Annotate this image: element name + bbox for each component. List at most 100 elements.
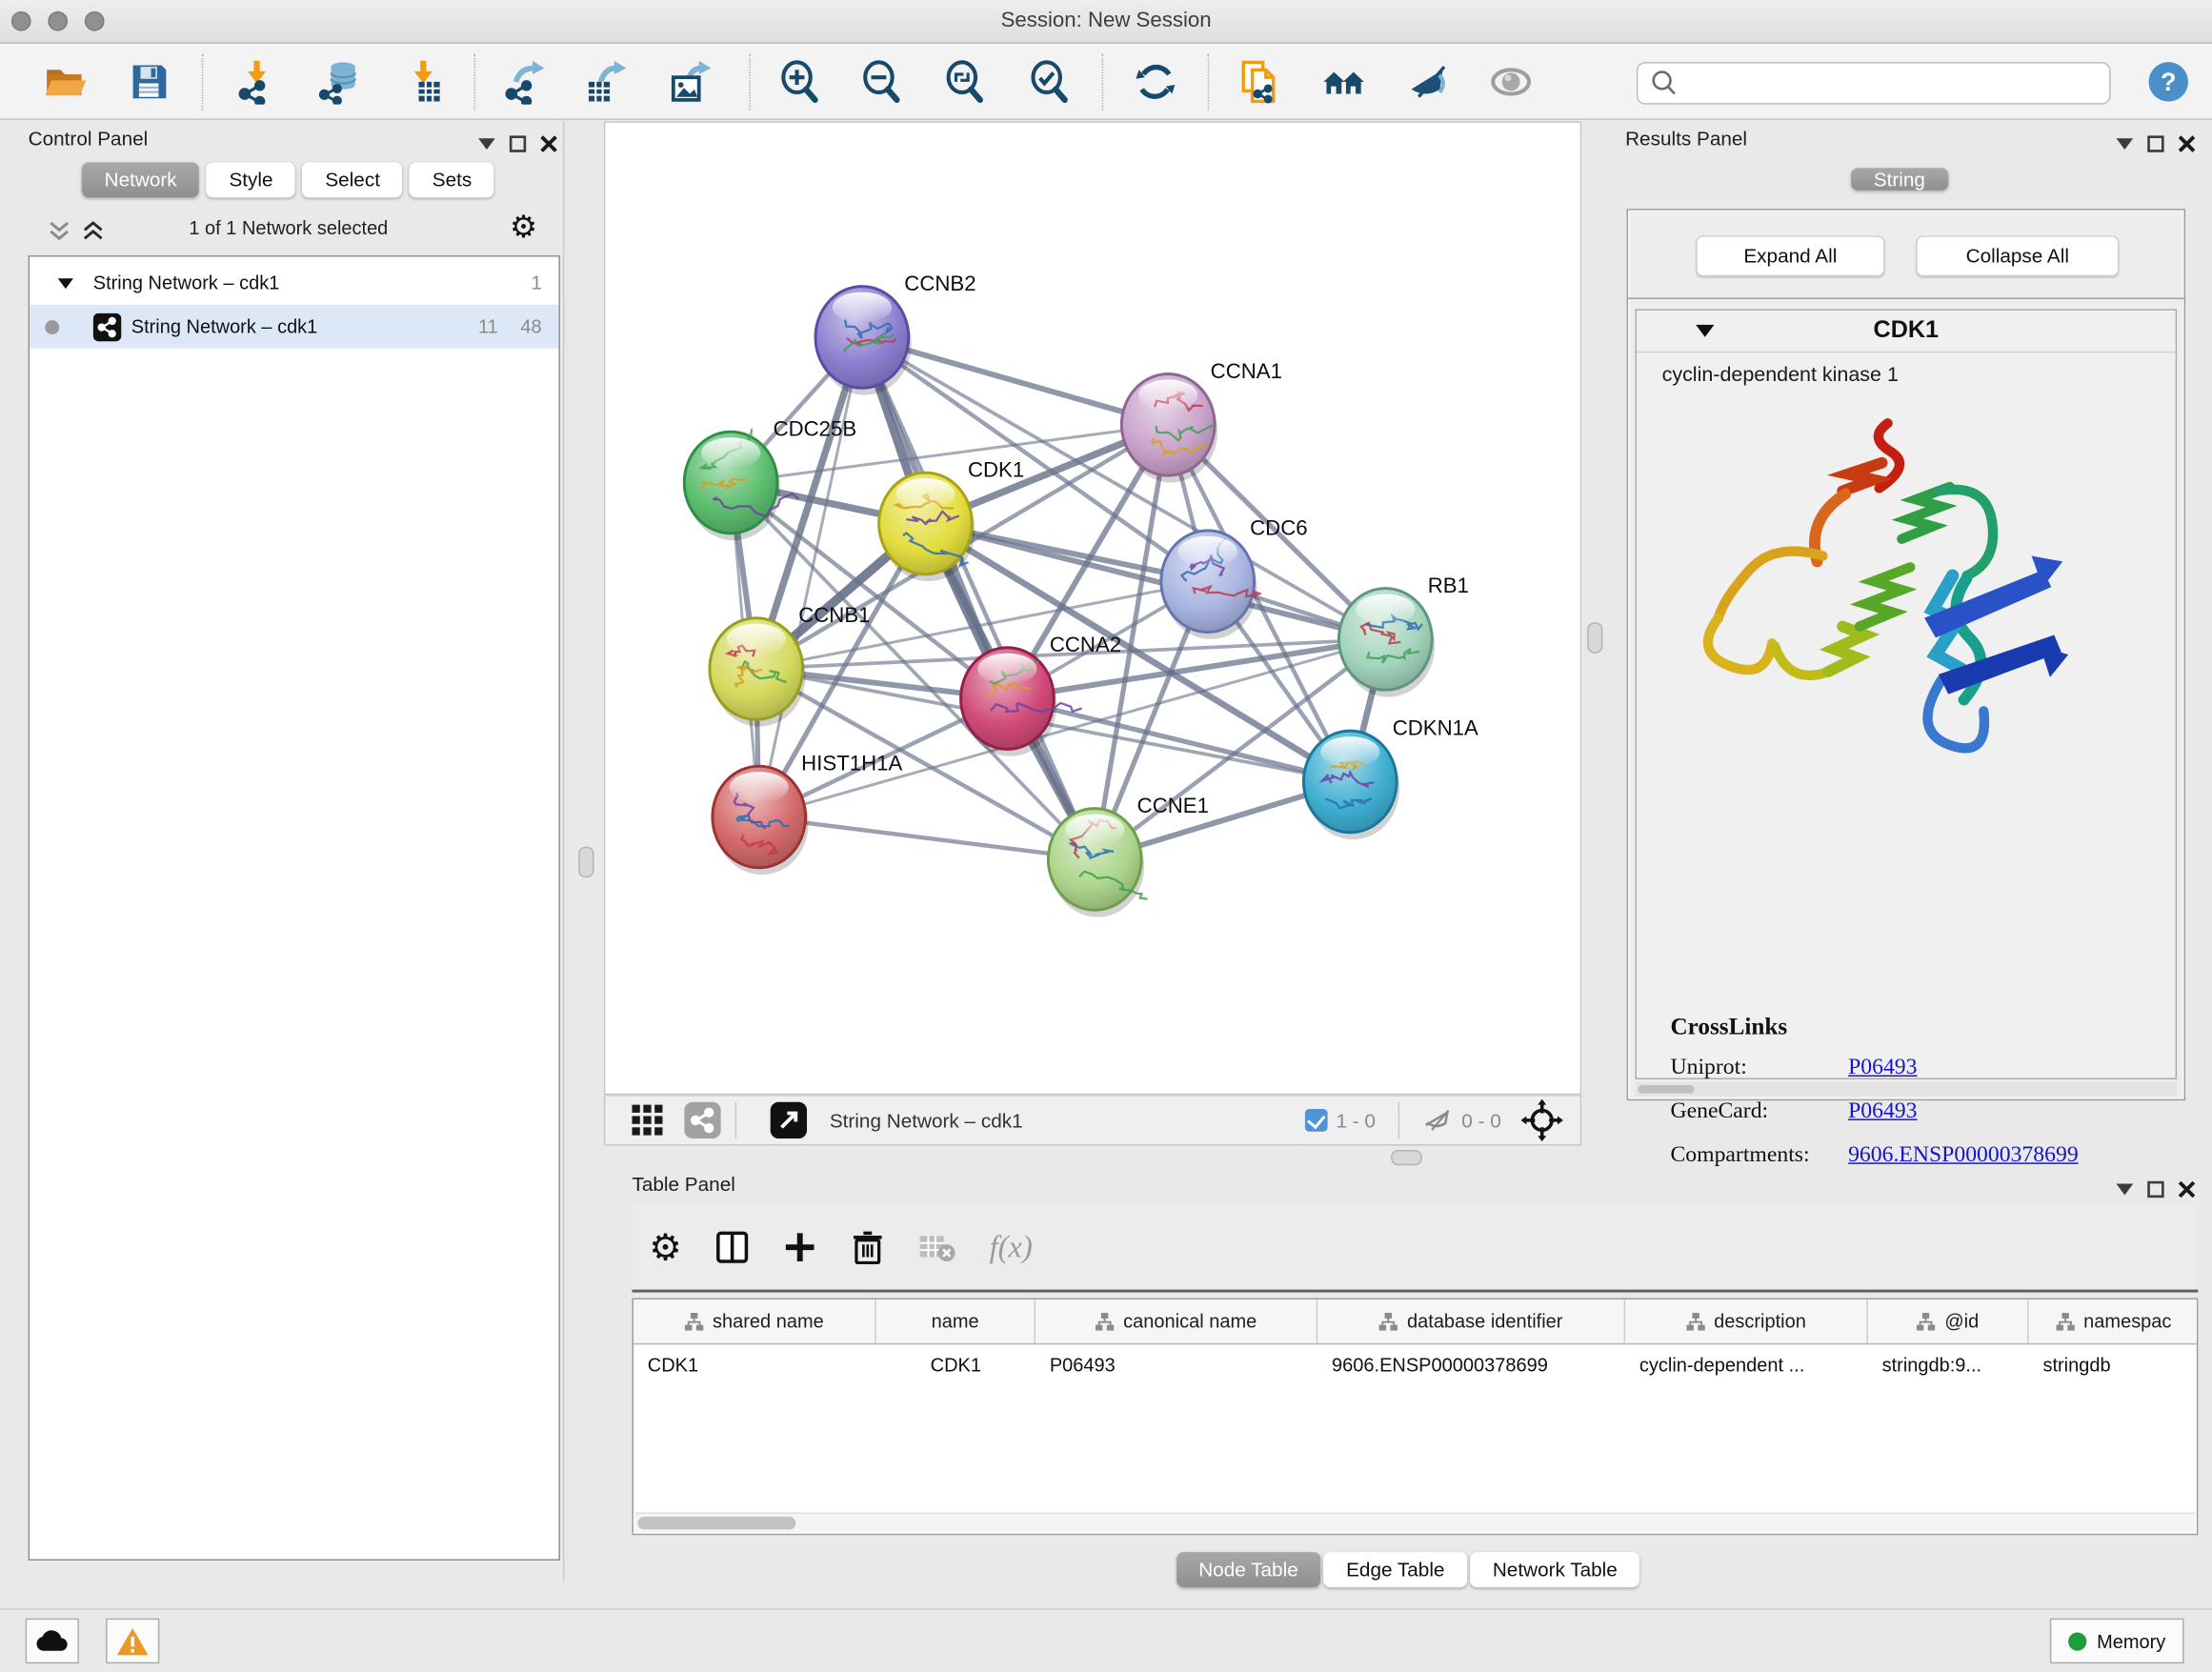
panel-close-icon[interactable] bbox=[2179, 135, 2196, 152]
network-canvas[interactable]: CCNB2CCNA1CDC25BCDK1CDC6RB1CCNB1CCNA2CDK… bbox=[604, 121, 1581, 1095]
tab-node-table[interactable]: Node Table bbox=[1176, 1552, 1321, 1587]
network-graph[interactable]: CCNB2CCNA1CDC25BCDK1CDC6RB1CCNB1CCNA2CDK… bbox=[605, 123, 1579, 1094]
table-tabs: Node TableEdge TableNetwork Table bbox=[618, 1552, 2199, 1587]
network-node-CDC6[interactable]: CDC6 bbox=[1161, 515, 1308, 639]
network-row[interactable]: String Network – cdk1 11 48 bbox=[30, 305, 558, 349]
export-network-button[interactable] bbox=[498, 56, 549, 107]
panel-float-icon[interactable] bbox=[2147, 1181, 2164, 1199]
network-collection-row[interactable]: String Network – cdk1 1 bbox=[30, 261, 558, 305]
birdseye-view-icon[interactable] bbox=[771, 1102, 808, 1139]
tab-string[interactable]: String bbox=[1851, 168, 1948, 191]
crosslink-link[interactable]: 9606.ENSP00000378699 bbox=[1848, 1143, 2079, 1169]
panel-float-icon[interactable] bbox=[2147, 135, 2164, 152]
copy-network-button[interactable] bbox=[1235, 56, 1285, 107]
cloud-button[interactable] bbox=[26, 1619, 79, 1663]
tab-network-table[interactable]: Network Table bbox=[1470, 1552, 1639, 1587]
table-cell: stringdb:9... bbox=[1868, 1344, 2029, 1386]
table-settings-gear-icon[interactable]: ⚙ bbox=[649, 1229, 682, 1266]
collapse-all-button[interactable]: Collapse All bbox=[1916, 235, 2119, 276]
network-node-count: 11 bbox=[478, 316, 498, 337]
network-node-CDK1[interactable]: CDK1 bbox=[879, 458, 1025, 582]
memory-button[interactable]: Memory bbox=[2050, 1619, 2183, 1663]
panel-menu-icon[interactable] bbox=[2116, 138, 2133, 150]
selected-checkbox-icon[interactable] bbox=[1305, 1109, 1328, 1132]
pan-crosshair-icon[interactable] bbox=[1520, 1099, 1562, 1141]
zoom-selected-button[interactable] bbox=[1024, 56, 1075, 107]
first-neighbors-button[interactable] bbox=[1319, 56, 1370, 107]
refresh-view-button[interactable] bbox=[1130, 56, 1180, 107]
panel-menu-icon[interactable] bbox=[478, 138, 495, 150]
column-header-shared-name[interactable]: shared name bbox=[633, 1299, 876, 1343]
table-row[interactable]: CDK1CDK1P064939606.ENSP00000378699cyclin… bbox=[633, 1344, 2197, 1386]
table-horizontal-scrollbar[interactable] bbox=[634, 1513, 2195, 1533]
crosslink-link[interactable]: P06493 bbox=[1848, 1056, 1917, 1081]
grid-view-icon[interactable] bbox=[631, 1103, 665, 1138]
zoom-out-button[interactable] bbox=[856, 56, 907, 107]
table-scrollbar-thumb[interactable] bbox=[637, 1517, 795, 1529]
memory-label: Memory bbox=[2097, 1630, 2165, 1651]
column-header-description[interactable]: description bbox=[1625, 1299, 1868, 1343]
results-scrollbar[interactable] bbox=[1635, 1082, 2177, 1097]
show-all-button[interactable] bbox=[1485, 56, 1536, 107]
crosslink-link[interactable]: P06493 bbox=[1848, 1099, 1917, 1125]
network-edge[interactable] bbox=[759, 337, 862, 817]
node-label-CCNA1: CCNA1 bbox=[1211, 359, 1282, 383]
viewbar-separator bbox=[1398, 1102, 1399, 1139]
help-button[interactable]: ? bbox=[2149, 62, 2188, 101]
node-table[interactable]: shared namenamecanonical name database id… bbox=[632, 1299, 2198, 1536]
column-header-namespac[interactable]: namespac bbox=[2029, 1299, 2199, 1343]
hide-selected-button[interactable] bbox=[1402, 56, 1453, 107]
results-panel: Results Panel String Expand All Collapse… bbox=[1619, 121, 2198, 1168]
right-splitter-handle[interactable] bbox=[1587, 622, 1602, 654]
network-node-HIST1H1A[interactable]: HIST1H1A bbox=[713, 752, 903, 876]
network-node-CCNA1[interactable]: CCNA1 bbox=[1121, 359, 1282, 483]
eye-icon bbox=[1487, 58, 1535, 106]
tab-sets[interactable]: Sets bbox=[410, 162, 494, 197]
export-image-button[interactable] bbox=[665, 56, 715, 107]
network-options-gear-icon[interactable]: ⚙ bbox=[510, 212, 537, 243]
import-network-from-file-button[interactable] bbox=[231, 56, 282, 107]
table-cell: stringdb bbox=[2029, 1344, 2199, 1386]
expand-all-button[interactable]: Expand All bbox=[1696, 235, 1884, 276]
tab-edge-table[interactable]: Edge Table bbox=[1323, 1552, 1467, 1587]
import-table-from-file-button[interactable] bbox=[398, 56, 449, 107]
open-session-button[interactable] bbox=[39, 56, 90, 107]
import-network-from-database-button[interactable] bbox=[313, 56, 364, 107]
tab-style[interactable]: Style bbox=[207, 162, 295, 197]
share-view-icon[interactable] bbox=[684, 1102, 721, 1139]
network-edge[interactable] bbox=[862, 337, 1095, 859]
gene-header[interactable]: CDK1 bbox=[1637, 311, 2176, 353]
add-column-icon[interactable] bbox=[783, 1230, 817, 1264]
horizontal-splitter-handle[interactable] bbox=[1391, 1150, 1422, 1165]
network-node-RB1[interactable]: RB1 bbox=[1338, 574, 1469, 697]
column-header--id[interactable]: @id bbox=[1868, 1299, 2029, 1343]
network-node-CCNB2[interactable]: CCNB2 bbox=[815, 272, 976, 395]
network-edge[interactable] bbox=[759, 816, 1095, 858]
collection-expand-icon[interactable] bbox=[58, 277, 73, 289]
selection-counts: 1 - 0 0 - 0 bbox=[1305, 1102, 1501, 1139]
results-scrollbar-thumb[interactable] bbox=[1638, 1085, 1694, 1094]
panel-close-icon[interactable] bbox=[540, 135, 557, 152]
save-session-button[interactable] bbox=[124, 56, 174, 107]
column-header-canonical-name[interactable]: canonical name bbox=[1036, 1299, 1317, 1343]
column-header-label: database identifier bbox=[1407, 1311, 1562, 1332]
zoom-fit-content-button[interactable] bbox=[939, 56, 990, 107]
zoom-in-button[interactable] bbox=[774, 56, 825, 107]
panel-float-icon[interactable] bbox=[510, 135, 527, 152]
export-table-button[interactable] bbox=[580, 56, 631, 107]
delete-column-icon[interactable] bbox=[851, 1230, 885, 1264]
search-field[interactable] bbox=[1637, 62, 2111, 104]
column-header-database-identifier[interactable]: database identifier bbox=[1317, 1299, 1625, 1343]
hidden-count: 0 - 0 bbox=[1461, 1109, 1500, 1132]
left-splitter-handle[interactable] bbox=[578, 847, 593, 878]
show-columns-icon[interactable] bbox=[715, 1230, 750, 1264]
panel-menu-icon[interactable] bbox=[2116, 1184, 2133, 1196]
search-input[interactable] bbox=[1686, 71, 2109, 95]
column-header-name[interactable]: name bbox=[876, 1299, 1036, 1343]
node-highlight bbox=[1065, 815, 1124, 846]
tab-network[interactable]: Network bbox=[82, 162, 199, 197]
warnings-button[interactable] bbox=[106, 1619, 159, 1663]
tab-select[interactable]: Select bbox=[303, 162, 403, 197]
panel-close-icon[interactable] bbox=[2179, 1181, 2196, 1199]
network-node-CDKN1A[interactable]: CDKN1A bbox=[1303, 716, 1478, 840]
